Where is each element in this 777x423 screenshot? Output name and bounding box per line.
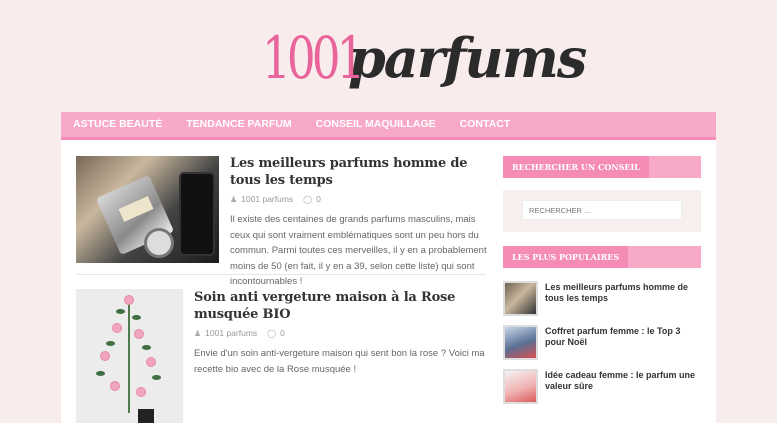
comment-icon: ◯ bbox=[303, 194, 313, 204]
main-nav: ASTUCE BEAUTÉ TENDANCE PARFUM CONSEIL MA… bbox=[61, 112, 716, 140]
leaf-image bbox=[106, 341, 115, 346]
leaf-image bbox=[116, 309, 125, 314]
rose-image bbox=[124, 295, 134, 305]
post-title[interactable]: Les meilleurs parfums homme de tous les … bbox=[230, 155, 492, 189]
logo-number: 1001 bbox=[262, 24, 365, 92]
popular-widget-title: LES PLUS POPULAIRES bbox=[503, 246, 629, 268]
perfume-box-image bbox=[138, 409, 154, 423]
post-thumbnail[interactable] bbox=[76, 289, 183, 423]
stem-image bbox=[128, 297, 130, 413]
nav-item-tendance-parfum[interactable]: TENDANCE PARFUM bbox=[174, 112, 303, 137]
nav-item-astuce-beaute[interactable]: ASTUCE BEAUTÉ bbox=[61, 112, 174, 137]
post-comment-count[interactable]: 0 bbox=[280, 328, 285, 338]
post-meta: ♟ 1001 parfums ◯ 0 bbox=[194, 328, 492, 338]
rose-image bbox=[112, 323, 122, 333]
rose-image bbox=[136, 387, 146, 397]
post-excerpt: Il existe des centaines de grands parfum… bbox=[230, 214, 487, 287]
popular-title[interactable]: Les meilleurs parfums homme de tous les … bbox=[545, 282, 701, 304]
comment-icon: ◯ bbox=[267, 328, 277, 338]
post-comment-count[interactable]: 0 bbox=[316, 194, 321, 204]
leaf-image bbox=[96, 371, 105, 376]
search-input[interactable] bbox=[522, 200, 682, 220]
popular-thumbnail[interactable] bbox=[503, 369, 538, 404]
rose-image bbox=[146, 357, 156, 367]
post-author[interactable]: 1001 parfums bbox=[205, 328, 257, 338]
rose-image bbox=[110, 381, 120, 391]
leaf-image bbox=[142, 345, 151, 350]
post-meta: ♟ 1001 parfums ◯ 0 bbox=[230, 194, 492, 204]
site-logo[interactable]: 1001 parfums bbox=[262, 18, 587, 98]
logo-word: parfums bbox=[348, 26, 587, 90]
leaf-image bbox=[152, 375, 161, 380]
post-card: Les meilleurs parfums homme de tous les … bbox=[230, 155, 492, 290]
rose-image bbox=[134, 329, 144, 339]
post-author[interactable]: 1001 parfums bbox=[241, 194, 293, 204]
nav-item-contact[interactable]: CONTACT bbox=[448, 112, 523, 137]
rose-image bbox=[100, 351, 110, 361]
search-widget bbox=[503, 190, 701, 232]
popular-item[interactable]: Les meilleurs parfums homme de tous les … bbox=[503, 281, 701, 317]
post-divider bbox=[76, 274, 486, 275]
post-card: Soin anti vergeture maison à la Rose mus… bbox=[194, 289, 492, 377]
popular-title[interactable]: Idée cadeau femme : le parfum une valeur… bbox=[545, 370, 701, 392]
popular-title[interactable]: Coffret parfum femme : le Top 3 pour Noë… bbox=[545, 326, 701, 348]
search-widget-title: RECHERCHER UN CONSEIL bbox=[503, 156, 649, 178]
watch-image bbox=[144, 228, 174, 258]
search-widget-header: RECHERCHER UN CONSEIL bbox=[503, 156, 701, 178]
nav-item-conseil-maquillage[interactable]: CONSEIL MAQUILLAGE bbox=[304, 112, 448, 137]
leaf-image bbox=[132, 315, 141, 320]
popular-thumbnail[interactable] bbox=[503, 325, 538, 360]
user-icon: ♟ bbox=[230, 194, 238, 204]
popular-widget-header: LES PLUS POPULAIRES bbox=[503, 246, 701, 268]
popular-item[interactable]: Coffret parfum femme : le Top 3 pour Noë… bbox=[503, 325, 701, 361]
popular-item[interactable]: Idée cadeau femme : le parfum une valeur… bbox=[503, 369, 701, 405]
content-area: Les meilleurs parfums homme de tous les … bbox=[61, 140, 716, 423]
popular-thumbnail[interactable] bbox=[503, 281, 538, 316]
user-icon: ♟ bbox=[194, 328, 202, 338]
post-thumbnail[interactable] bbox=[76, 156, 219, 263]
post-excerpt: Envie d'un soin anti-vergeture maison qu… bbox=[194, 348, 485, 375]
phone-image bbox=[179, 172, 215, 256]
post-title[interactable]: Soin anti vergeture maison à la Rose mus… bbox=[194, 289, 492, 323]
